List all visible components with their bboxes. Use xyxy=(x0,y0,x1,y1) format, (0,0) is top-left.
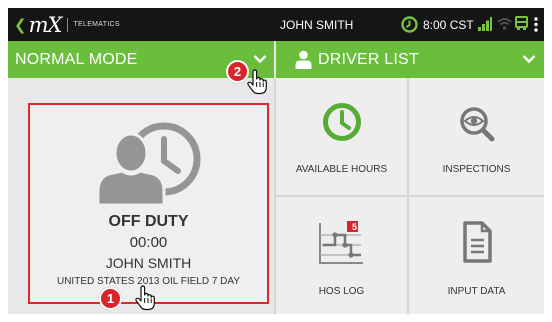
hand-cursor-icon xyxy=(247,69,267,95)
overflow-menu-icon[interactable] xyxy=(534,17,538,32)
logo-subtitle: TELEMATICS xyxy=(73,21,120,28)
step-badge-1: 1 xyxy=(99,287,122,310)
app-screen: ❮ mX TELEMATICS JOHN SMITH 8:00 CST NORM… xyxy=(8,8,544,314)
mix-telematics-logo: ❮ mX TELEMATICS xyxy=(14,12,120,37)
status-bar: ❮ mX TELEMATICS JOHN SMITH 8:00 CST xyxy=(8,8,544,41)
driver-list-title: DRIVER LIST xyxy=(318,51,419,68)
clock-icon xyxy=(401,16,418,33)
person-icon xyxy=(295,50,312,69)
tile-divider-horizontal xyxy=(276,195,544,197)
eye-magnifier-icon xyxy=(459,107,494,142)
tile-input-data[interactable]: INPUT DATA xyxy=(409,197,544,314)
duty-status-time: 00:00 xyxy=(129,234,168,251)
status-time: 8:00 CST xyxy=(423,18,474,32)
driver-clock-icon xyxy=(98,122,201,205)
status-user-name: JOHN SMITH xyxy=(280,18,354,32)
tile-hos-log[interactable]: 5 HOS LOG xyxy=(276,197,407,314)
mode-title: NORMAL MODE xyxy=(15,51,138,68)
logo-chevron-icon: ❮ xyxy=(14,16,27,34)
logo-separator xyxy=(67,17,69,32)
document-icon xyxy=(462,221,492,263)
duty-status-label: OFF DUTY xyxy=(108,213,189,230)
hand-cursor-icon xyxy=(135,285,155,311)
chevron-down-icon[interactable] xyxy=(522,54,536,64)
hos-log-count-badge: 5 xyxy=(351,222,357,232)
duty-status-panel[interactable]: OFF DUTY 00:00 JOHN SMITH UNITED STATES … xyxy=(28,103,269,304)
tile-label: INPUT DATA xyxy=(447,286,506,297)
driver-list-header[interactable]: DRIVER LIST xyxy=(276,41,544,78)
tile-available-hours[interactable]: AVAILABLE HOURS xyxy=(276,78,407,195)
signal-icon xyxy=(478,17,492,31)
clock-icon xyxy=(322,103,361,141)
tile-label: AVAILABLE HOURS xyxy=(295,164,388,175)
wifi-icon xyxy=(497,18,512,30)
tile-inspections[interactable]: INSPECTIONS xyxy=(409,78,544,195)
tile-label: INSPECTIONS xyxy=(442,164,511,175)
logo-text: mX xyxy=(28,12,63,37)
tile-label: HOS LOG xyxy=(318,286,365,297)
truck-icon[interactable] xyxy=(515,16,528,31)
mode-header[interactable]: NORMAL MODE 2 xyxy=(8,41,274,95)
chevron-down-icon[interactable] xyxy=(253,54,267,64)
duty-driver-name: JOHN SMITH xyxy=(105,255,192,271)
